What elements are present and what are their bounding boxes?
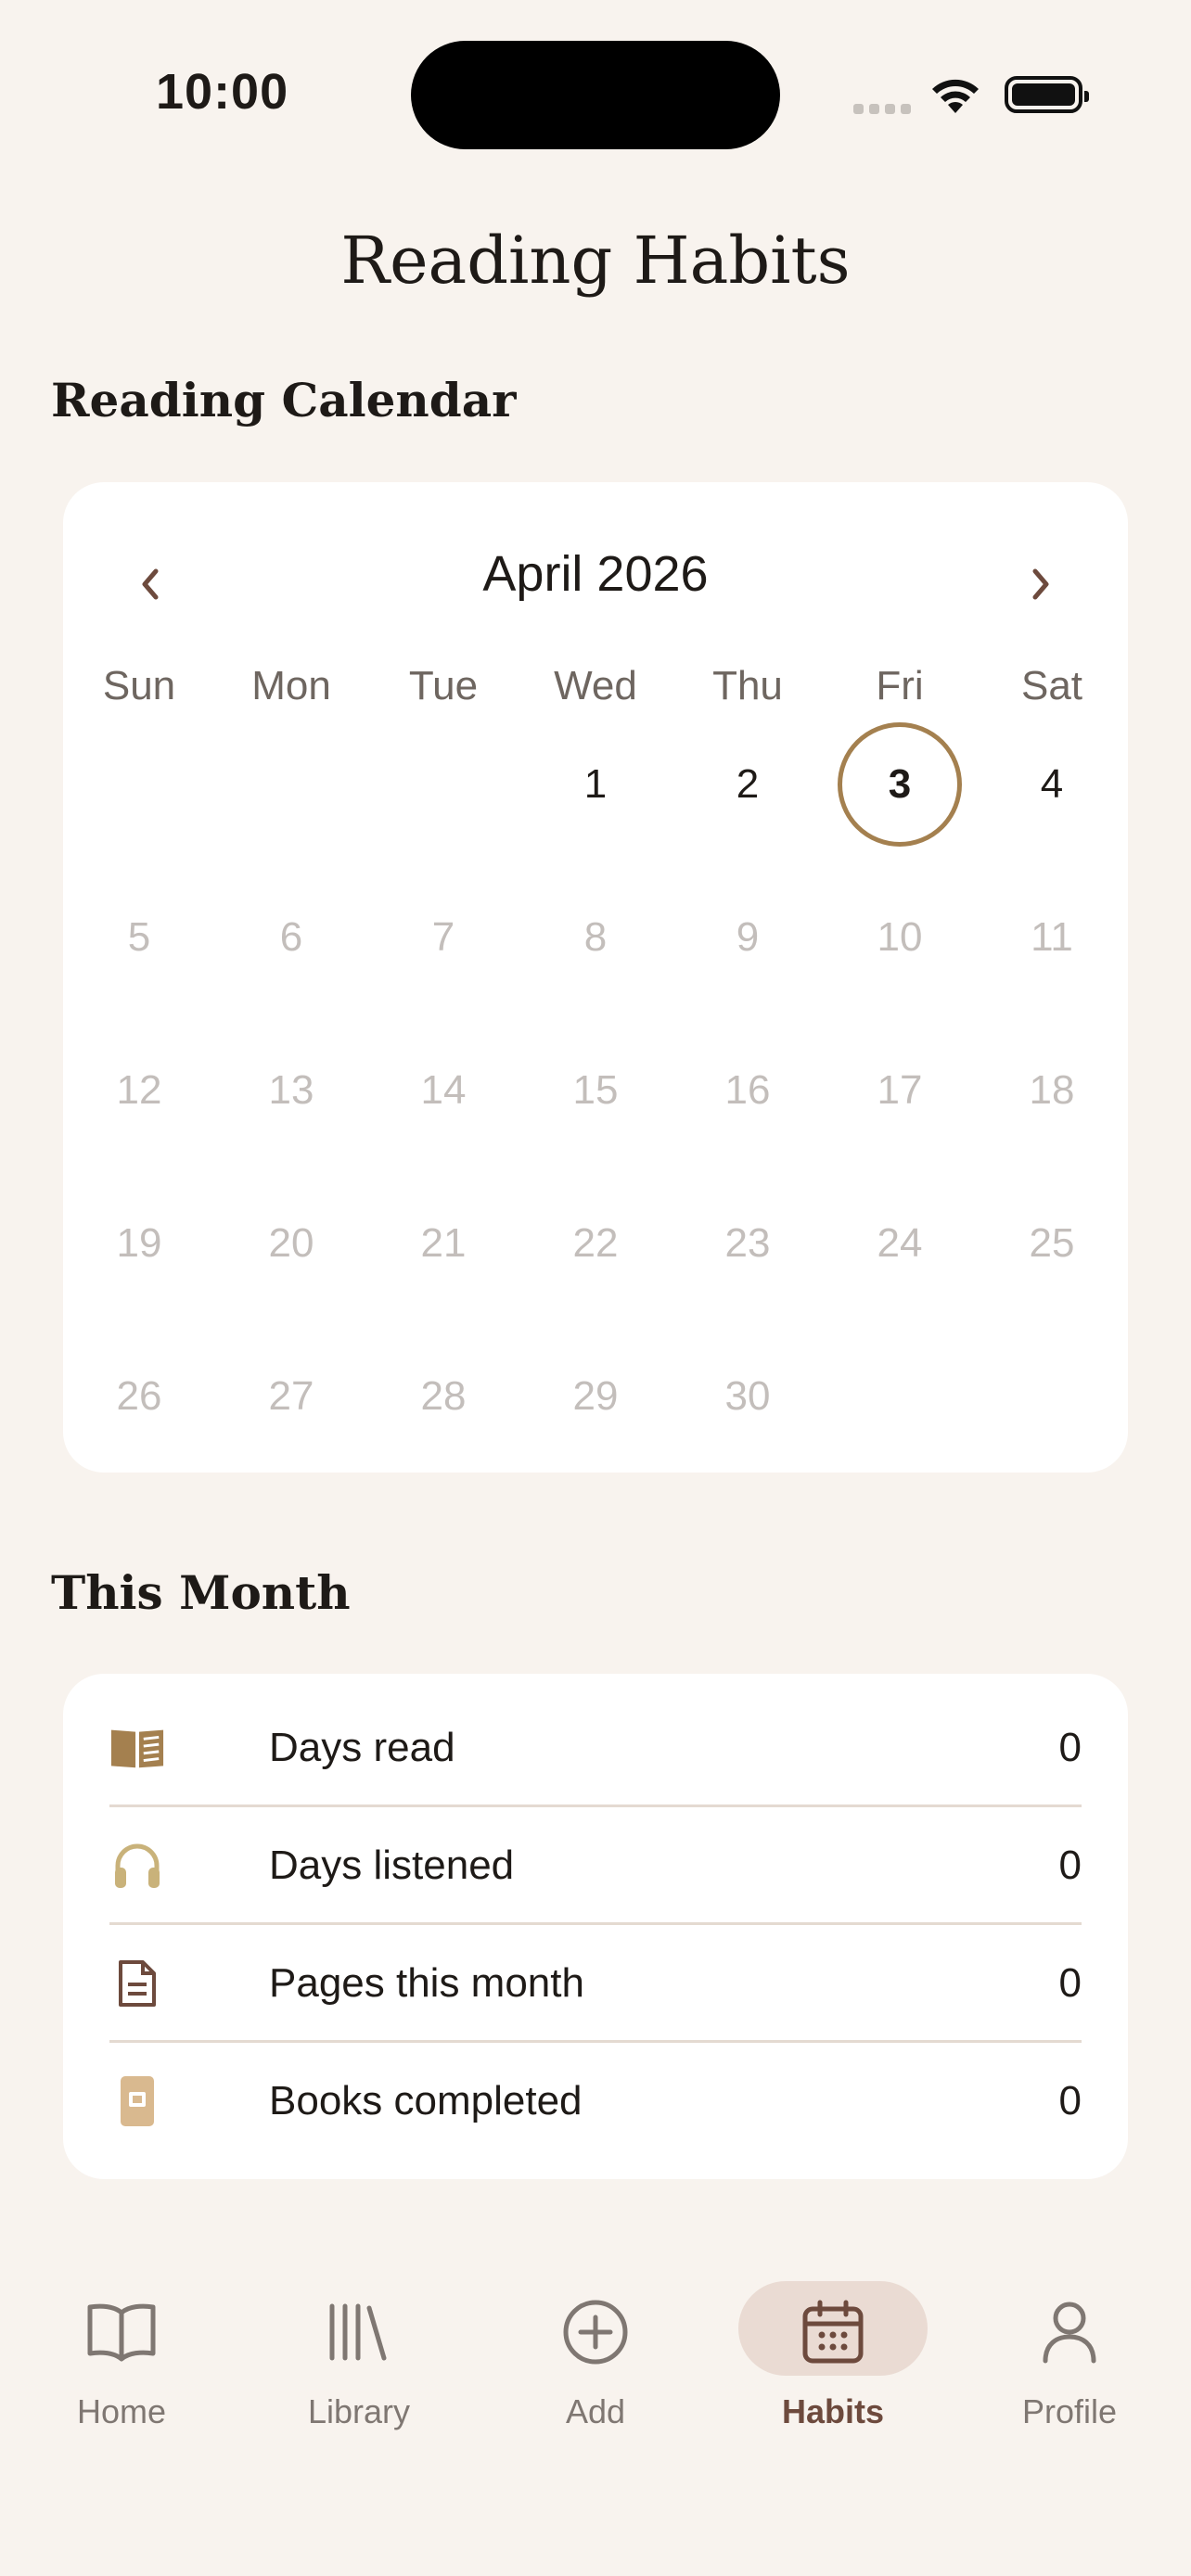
calendar-day[interactable]: 11 — [976, 868, 1128, 1007]
stat-label: Pages this month — [269, 1960, 584, 2006]
calendar-day[interactable]: 29 — [519, 1327, 672, 1466]
calendar-day[interactable]: 23 — [672, 1174, 824, 1313]
tab-bar: Home Library Add Habits Profile — [0, 2263, 1191, 2476]
calendar-card: April 2026 Sun Mon Tue Wed Thu Fri Sat 1234567… — [63, 482, 1128, 1473]
tab-habits[interactable]: Habits — [722, 2263, 944, 2448]
stat-row-pages-this-month: Pages this month 0 — [109, 1925, 1082, 2043]
stat-label: Books completed — [269, 2078, 583, 2123]
library-icon — [317, 2290, 401, 2374]
tab-label: Library — [307, 2392, 411, 2430]
calendar-day-today[interactable]: 3 — [824, 715, 976, 854]
calendar-day[interactable]: 8 — [519, 868, 672, 1007]
person-icon — [1028, 2290, 1111, 2374]
calendar-day[interactable]: 6 — [215, 868, 367, 1007]
stat-label: Days listened — [269, 1843, 515, 1888]
status-bar: 10:00 — [0, 0, 1191, 185]
calendar-day[interactable]: 1 — [519, 715, 672, 854]
this-month-section-title: This Month — [51, 1565, 351, 1620]
calendar-day[interactable]: 10 — [824, 868, 976, 1007]
open-book-icon — [109, 1720, 165, 1776]
stat-value: 0 — [1058, 1725, 1082, 1770]
calendar-day[interactable]: 26 — [63, 1327, 215, 1466]
page-title: Reading Habits — [340, 223, 851, 299]
calendar-day-grid: 1 2 3 4 5 6 7 8 9 10 11 12 13 14 15 16 17 18 19 20 21 22 23 24 2… — [63, 482, 1128, 1473]
calendar-day[interactable]: 4 — [976, 715, 1128, 854]
calendar-day[interactable]: 2 — [672, 715, 824, 854]
stat-label: Days read — [269, 1725, 455, 1770]
calendar-day[interactable]: 15 — [519, 1021, 672, 1160]
battery-icon — [1005, 76, 1089, 113]
tab-profile[interactable]: Profile — [958, 2263, 1181, 2448]
tab-label: Habits — [781, 2392, 885, 2430]
monthly-stats-card: Days read 0 Days listened 0 Pages this m… — [63, 1674, 1128, 2179]
stat-value: 0 — [1058, 1843, 1082, 1888]
book-outline-icon — [80, 2290, 163, 2374]
calendar-day[interactable]: 28 — [367, 1327, 519, 1466]
wifi-icon — [928, 72, 983, 120]
calendar-day[interactable]: 19 — [63, 1174, 215, 1313]
document-icon — [109, 1956, 165, 2011]
plus-circle-icon — [554, 2290, 637, 2374]
calendar-icon — [791, 2290, 875, 2374]
calendar-day[interactable]: 12 — [63, 1021, 215, 1160]
calendar-day[interactable]: 30 — [672, 1327, 824, 1466]
calendar-day[interactable]: 17 — [824, 1021, 976, 1160]
dynamic-island — [411, 41, 780, 149]
calendar-day[interactable]: 21 — [367, 1174, 519, 1313]
headphones-icon — [109, 1838, 165, 1894]
calendar-section-title: Reading Calendar — [51, 373, 517, 427]
calendar-day[interactable]: 18 — [976, 1021, 1128, 1160]
stat-value: 0 — [1058, 2078, 1082, 2123]
stat-row-days-listened: Days listened 0 — [109, 1807, 1082, 1925]
stat-row-books-completed: Books completed 0 — [109, 2043, 1082, 2161]
tab-add[interactable]: Add — [484, 2263, 707, 2448]
calendar-day[interactable]: 9 — [672, 868, 824, 1007]
calendar-day[interactable]: 20 — [215, 1174, 367, 1313]
tab-library[interactable]: Library — [248, 2263, 470, 2448]
calendar-day[interactable]: 5 — [63, 868, 215, 1007]
closed-book-icon — [109, 2073, 165, 2129]
tab-label: Home — [76, 2392, 167, 2430]
cellular-signal-icon — [853, 102, 916, 119]
calendar-day-number: 3 — [888, 761, 912, 807]
calendar-day[interactable]: 16 — [672, 1021, 824, 1160]
calendar-day[interactable]: 13 — [215, 1021, 367, 1160]
calendar-day[interactable]: 24 — [824, 1174, 976, 1313]
status-time: 10:00 — [156, 64, 289, 120]
calendar-day[interactable]: 27 — [215, 1327, 367, 1466]
calendar-day[interactable]: 7 — [367, 868, 519, 1007]
calendar-day[interactable]: 25 — [976, 1174, 1128, 1313]
calendar-day[interactable]: 14 — [367, 1021, 519, 1160]
tab-label: Profile — [1021, 2392, 1118, 2430]
tab-label: Add — [565, 2392, 626, 2430]
stat-value: 0 — [1058, 1960, 1082, 2006]
calendar-day[interactable]: 22 — [519, 1174, 672, 1313]
stat-row-days-read: Days read 0 — [109, 1690, 1082, 1807]
tab-home[interactable]: Home — [10, 2263, 233, 2448]
